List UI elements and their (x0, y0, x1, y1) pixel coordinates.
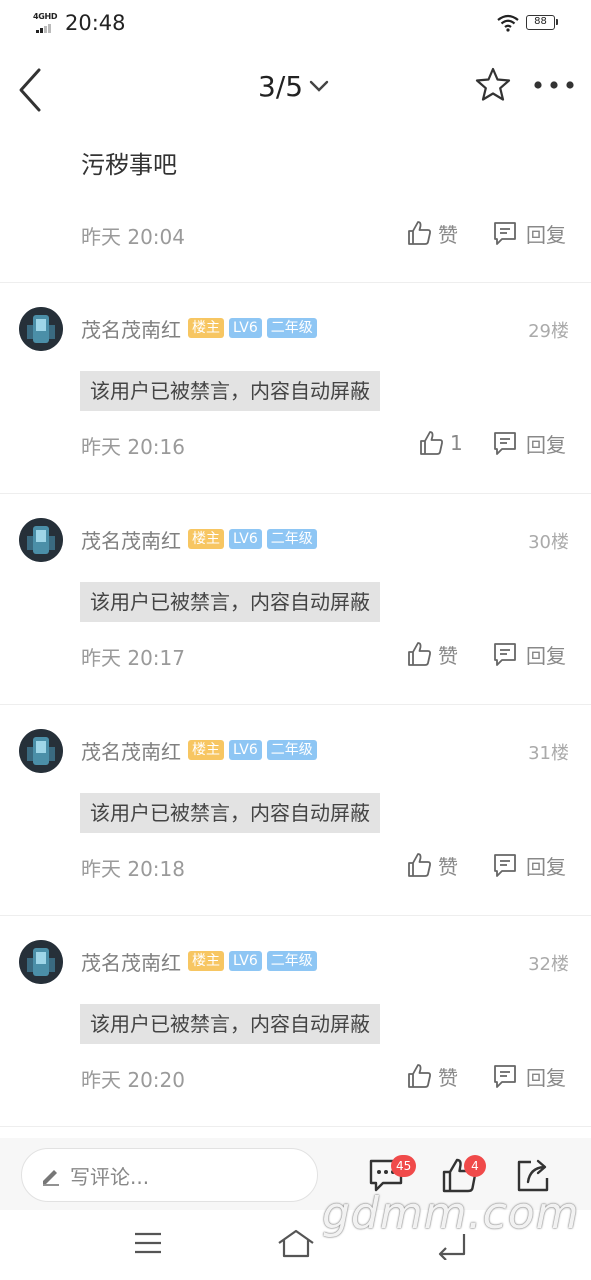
user-info: 茂名茂南红 楼主 LV6 二年级 (81, 313, 317, 343)
avatar[interactable] (19, 307, 63, 351)
like-label: 赞 (438, 643, 458, 668)
battery-icon: 88 (526, 15, 555, 30)
comment-icon (494, 432, 516, 455)
username[interactable]: 茂名茂南红 (81, 947, 181, 976)
thumbs-up-icon (408, 1064, 431, 1088)
reply-text: 污秽事吧 (81, 151, 177, 179)
reply-time: 昨天 20:18 (81, 857, 185, 881)
reply-button[interactable]: 回复 (492, 1061, 566, 1091)
star-icon[interactable] (474, 66, 512, 104)
thumbs-up-icon (420, 431, 443, 455)
user-info: 茂名茂南红 楼主 LV6 二年级 (81, 946, 317, 976)
wifi-icon (497, 14, 519, 32)
banned-content: 该用户已被禁言，内容自动屏蔽 (80, 793, 380, 833)
like-count: 1 (450, 431, 463, 455)
comment-icon (494, 643, 516, 666)
reply-label: 回复 (526, 432, 566, 457)
comment-count-badge: 45 (391, 1155, 417, 1177)
grade-badge: 二年级 (266, 951, 317, 971)
floor-item: 茂名茂南红 楼主 LV6 二年级 30楼 该用户已被禁言，内容自动屏蔽 昨天 2… (0, 494, 591, 705)
back-icon[interactable] (12, 62, 52, 114)
pencil-icon (43, 1170, 59, 1186)
comment-placeholder: 写评论... (70, 1164, 150, 1189)
banned-content: 该用户已被禁言，内容自动屏蔽 (80, 1004, 380, 1044)
comment-input[interactable]: 写评论... (21, 1148, 318, 1202)
owner-badge: 楼主 (188, 951, 224, 971)
owner-badge: 楼主 (188, 740, 224, 760)
network-type: 4GHD (33, 12, 58, 21)
banned-content: 该用户已被禁言，内容自动屏蔽 (80, 371, 380, 411)
floor-item: 茂名茂南红 楼主 LV6 二年级 31楼 该用户已被禁言，内容自动屏蔽 昨天 2… (0, 705, 591, 916)
like-label: 赞 (438, 1065, 458, 1090)
level-badge: LV6 (229, 529, 262, 549)
avatar[interactable] (19, 518, 63, 562)
level-badge: LV6 (229, 740, 262, 760)
like-button[interactable]: 1 (418, 428, 463, 458)
reply-time: 昨天 20:20 (81, 1068, 185, 1092)
reply-button[interactable]: 回复 (492, 428, 566, 458)
comment-icon (494, 854, 516, 877)
floor-number: 29楼 (528, 321, 569, 342)
chevron-down-icon (309, 80, 329, 92)
owner-badge: 楼主 (188, 529, 224, 549)
username[interactable]: 茂名茂南红 (81, 314, 181, 343)
header: 3/5 (0, 56, 591, 120)
reply-label: 回复 (526, 643, 566, 668)
reply-time: 昨天 20:04 (81, 225, 185, 249)
like-label: 赞 (438, 222, 458, 247)
banned-content: 该用户已被禁言，内容自动屏蔽 (80, 582, 380, 622)
battery-tip (556, 19, 558, 25)
reply-button[interactable]: 回复 (492, 639, 566, 669)
reply-time: 昨天 20:16 (81, 435, 185, 459)
username[interactable]: 茂名茂南红 (81, 525, 181, 554)
thumbs-up-icon (408, 221, 431, 245)
reply-label: 回复 (526, 1065, 566, 1090)
reply-label: 回复 (526, 222, 566, 247)
user-info: 茂名茂南红 楼主 LV6 二年级 (81, 735, 317, 765)
page-selector[interactable]: 3/5 (258, 68, 329, 104)
floor-number: 31楼 (528, 743, 569, 764)
home-icon[interactable] (276, 1226, 316, 1260)
grade-badge: 二年级 (266, 740, 317, 760)
reply-time: 昨天 20:17 (81, 646, 185, 670)
floor-item: 茂名茂南红 楼主 LV6 二年级 29楼 该用户已被禁言，内容自动屏蔽 昨天 2… (0, 283, 591, 494)
avatar[interactable] (19, 729, 63, 773)
floor-number: 30楼 (528, 532, 569, 553)
signal-icon (36, 24, 51, 33)
floor-number: 32楼 (528, 954, 569, 975)
username[interactable]: 茂名茂南红 (81, 736, 181, 765)
reply-button[interactable]: 回复 (492, 850, 566, 880)
like-button[interactable]: 赞 (406, 1061, 458, 1091)
comment-icon (494, 1065, 516, 1088)
thumbs-up-icon (408, 853, 431, 877)
menu-icon[interactable] (133, 1226, 163, 1260)
grade-badge: 二年级 (266, 529, 317, 549)
comment-icon (494, 222, 516, 245)
user-info: 茂名茂南红 楼主 LV6 二年级 (81, 524, 317, 554)
watermark: gdmm.com (322, 1188, 580, 1239)
like-label: 赞 (438, 854, 458, 879)
like-button[interactable]: 赞 (406, 218, 458, 248)
grade-badge: 二年级 (266, 318, 317, 338)
floor-item: 茂名茂南红 楼主 LV6 二年级 32楼 该用户已被禁言，内容自动屏蔽 昨天 2… (0, 916, 591, 1127)
status-time: 20:48 (65, 11, 126, 35)
reply-button[interactable]: 回复 (492, 218, 566, 248)
level-badge: LV6 (229, 951, 262, 971)
more-icon[interactable] (532, 74, 576, 96)
like-button[interactable]: 赞 (406, 850, 458, 880)
status-bar: 4GHD 20:48 88 (0, 0, 591, 48)
like-button[interactable]: 赞 (406, 639, 458, 669)
avatar[interactable] (19, 940, 63, 984)
reply-label: 回复 (526, 854, 566, 879)
owner-badge: 楼主 (188, 318, 224, 338)
reply-item: 污秽事吧 昨天 20:04 赞 回复 (0, 130, 591, 283)
like-count-badge: 4 (464, 1155, 486, 1177)
page-indicator-text: 3/5 (258, 69, 304, 103)
thumbs-up-icon (408, 642, 431, 666)
level-badge: LV6 (229, 318, 262, 338)
